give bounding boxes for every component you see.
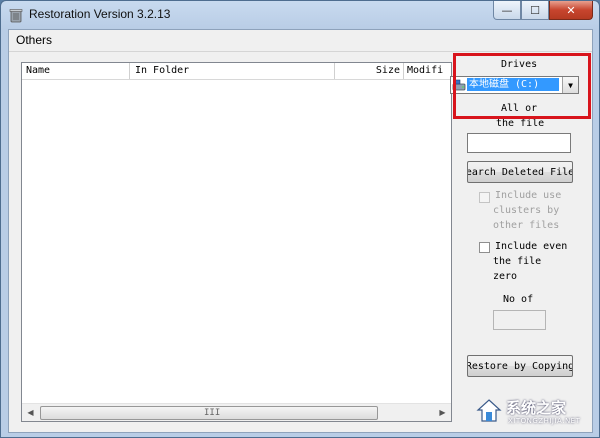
include-zero-label-1: Include even	[495, 241, 568, 252]
close-icon: ✕	[566, 3, 576, 17]
scroll-thumb[interactable]: III	[40, 406, 378, 420]
horizontal-scrollbar[interactable]: ◀ III ▶	[22, 403, 451, 421]
include-used-label-3: other files	[493, 220, 560, 231]
minimize-icon: —	[501, 3, 513, 17]
column-divider[interactable]	[334, 63, 335, 79]
include-zero-files-checkbox[interactable]	[479, 242, 490, 253]
search-deleted-files-button[interactable]: earch Deleted File	[467, 161, 573, 183]
watermark-text: 系统之家	[506, 399, 567, 417]
column-size[interactable]: Size	[372, 65, 400, 76]
grip-icon: III	[204, 408, 221, 418]
include-used-label-1: Include use	[495, 190, 562, 201]
column-in-folder[interactable]: In Folder	[135, 65, 325, 76]
maximize-button[interactable]: ☐	[521, 1, 549, 20]
column-name[interactable]: Name	[26, 65, 126, 76]
no-of-label: No of	[503, 294, 534, 305]
window-controls: — ☐ ✕	[493, 1, 593, 21]
restore-by-copying-button[interactable]: Restore by Copying	[467, 355, 573, 377]
restore-button-label: Restore by Copying	[467, 360, 573, 372]
include-zero-label-2: the file	[493, 256, 542, 267]
column-divider[interactable]	[403, 63, 404, 79]
watermark-url: XITONGZHIJIA.NET	[508, 417, 581, 425]
window-title: Restoration Version 3.2.13	[29, 7, 171, 21]
search-button-label: earch Deleted File	[467, 166, 573, 178]
scroll-left-icon[interactable]: ◀	[22, 404, 39, 421]
include-zero-label-3: zero	[493, 271, 518, 282]
include-used-clusters-checkbox[interactable]	[479, 192, 490, 203]
title-bar[interactable]: Restoration Version 3.2.13 — ☐ ✕	[1, 1, 599, 29]
column-modified[interactable]: Modifi	[407, 65, 449, 76]
menu-bar: Others	[9, 30, 592, 52]
file-name-input[interactable]	[467, 133, 571, 153]
house-logo-icon	[476, 399, 502, 422]
deleted-files-list[interactable]: Name In Folder Size Modifi ◀ III ▶	[21, 62, 452, 422]
maximize-icon: ☐	[530, 3, 540, 17]
watermark: 系统之家 XITONGZHIJIA.NET	[476, 394, 598, 434]
list-header: Name In Folder Size Modifi	[22, 63, 451, 80]
scroll-right-icon[interactable]: ▶	[434, 404, 451, 421]
highlight-callout	[453, 53, 591, 119]
close-button[interactable]: ✕	[549, 1, 593, 20]
include-used-label-2: clusters by	[493, 205, 560, 216]
recycle-bin-icon	[9, 9, 23, 23]
app-window: Restoration Version 3.2.13 — ☐ ✕ Others …	[0, 0, 600, 438]
the-file-label: the file	[496, 118, 545, 129]
column-divider[interactable]	[129, 63, 130, 79]
minimize-button[interactable]: —	[493, 1, 521, 20]
file-count-field	[493, 310, 546, 330]
menu-others[interactable]: Others	[16, 33, 52, 47]
